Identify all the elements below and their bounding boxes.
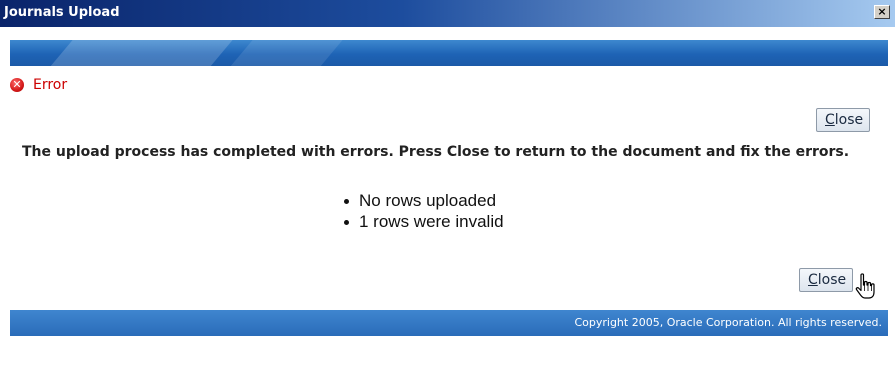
close-button-bottom-label: lose — [817, 272, 847, 288]
error-icon: ✕ — [10, 78, 24, 92]
error-message: The upload process has completed with er… — [22, 144, 850, 160]
window-close-button[interactable]: × — [874, 5, 890, 19]
journals-upload-window: Journals Upload × ✕ Error Close The uplo… — [0, 0, 895, 368]
close-button-top-accesskey: C — [825, 112, 835, 128]
error-header: ✕ Error — [10, 76, 67, 94]
close-icon: × — [877, 5, 887, 18]
window-title: Journals Upload — [4, 5, 120, 20]
hand-pointer-cursor-icon — [855, 273, 875, 299]
close-button-bottom[interactable]: Close — [799, 268, 853, 292]
close-button-top[interactable]: Close — [816, 108, 870, 132]
error-label: Error — [33, 77, 68, 93]
close-button-top-label: lose — [834, 112, 864, 128]
list-item: 1 rows were invalid — [344, 211, 504, 232]
footer-bar: Copyright 2005, Oracle Corporation. All … — [10, 310, 888, 336]
list-item: No rows uploaded — [344, 190, 504, 211]
branding-bar — [10, 40, 888, 66]
copyright-text: Copyright 2005, Oracle Corporation. All … — [574, 316, 882, 329]
close-button-bottom-accesskey: C — [808, 272, 818, 288]
results-list: No rows uploaded 1 rows were invalid — [344, 190, 504, 232]
title-bar: Journals Upload × — [0, 0, 895, 27]
